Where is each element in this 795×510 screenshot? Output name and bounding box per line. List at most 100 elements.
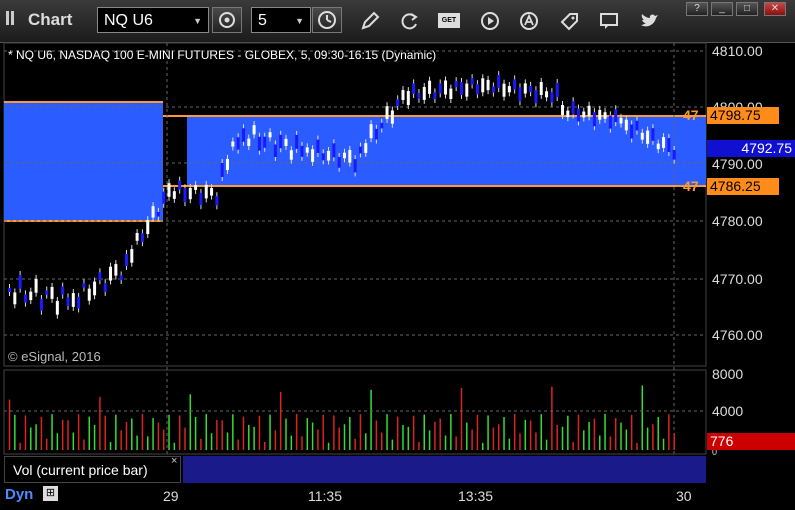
time-tick: 30 bbox=[676, 488, 692, 504]
candle bbox=[417, 92, 421, 99]
candle bbox=[449, 88, 453, 100]
close-icon[interactable]: × bbox=[171, 455, 177, 467]
candle bbox=[603, 112, 607, 119]
candle bbox=[300, 145, 304, 157]
candle bbox=[396, 99, 400, 107]
candle bbox=[66, 297, 70, 306]
candle bbox=[204, 184, 208, 199]
candle bbox=[82, 283, 86, 288]
candle bbox=[608, 115, 612, 129]
candle bbox=[380, 122, 384, 129]
candle bbox=[459, 82, 463, 95]
candle bbox=[576, 108, 580, 122]
volume-study-label[interactable]: Vol (current price bar) bbox=[4, 456, 181, 483]
candle bbox=[343, 152, 346, 159]
candle bbox=[98, 272, 102, 281]
upper-range-short-tag: 47 bbox=[683, 107, 699, 123]
candle bbox=[18, 275, 22, 289]
time-mode-label[interactable]: Dyn bbox=[5, 486, 33, 503]
candle bbox=[71, 293, 75, 307]
candle bbox=[555, 83, 559, 98]
chart-title: * NQ U6, NASDAQ 100 E-MINI FUTURES - GLO… bbox=[8, 48, 437, 62]
candle bbox=[624, 119, 628, 131]
candle bbox=[374, 128, 378, 140]
candle bbox=[236, 137, 240, 150]
candle bbox=[226, 158, 230, 171]
chart-canvas[interactable] bbox=[0, 0, 795, 510]
current-price-tag: 4792.75 bbox=[707, 140, 795, 157]
candle bbox=[34, 278, 38, 293]
candle bbox=[55, 300, 59, 315]
candle bbox=[23, 294, 27, 303]
candle bbox=[199, 192, 203, 206]
candle bbox=[667, 138, 671, 153]
candle bbox=[348, 149, 352, 163]
candle bbox=[210, 188, 214, 196]
candle bbox=[412, 83, 416, 94]
candle bbox=[220, 163, 224, 177]
candle bbox=[486, 79, 490, 91]
candle bbox=[640, 132, 644, 140]
candle bbox=[651, 128, 655, 141]
candle bbox=[470, 78, 474, 85]
candle bbox=[109, 266, 113, 281]
candle bbox=[491, 86, 495, 93]
candle bbox=[619, 117, 623, 124]
time-tick: 11:35 bbox=[308, 488, 342, 504]
candle bbox=[630, 124, 634, 139]
candle bbox=[646, 130, 650, 144]
candle bbox=[561, 104, 565, 116]
candle bbox=[497, 75, 501, 89]
candle bbox=[87, 288, 91, 301]
candle bbox=[369, 124, 373, 139]
candle bbox=[183, 188, 187, 203]
candle bbox=[151, 206, 155, 218]
candle bbox=[146, 220, 150, 234]
price-tick: 4810.00 bbox=[712, 43, 763, 59]
candle bbox=[247, 138, 251, 147]
candle bbox=[13, 292, 17, 305]
time-tick: 29 bbox=[163, 488, 179, 504]
price-tick: 4790.00 bbox=[712, 156, 763, 172]
candle bbox=[135, 232, 139, 241]
candle bbox=[130, 249, 134, 263]
candle bbox=[475, 84, 479, 95]
price-tick: 4770.00 bbox=[712, 271, 763, 287]
candle bbox=[353, 159, 357, 173]
candle bbox=[672, 149, 676, 160]
candle bbox=[284, 138, 288, 147]
candle bbox=[194, 185, 198, 190]
candle bbox=[332, 143, 336, 158]
candle bbox=[406, 91, 410, 106]
candle bbox=[502, 83, 506, 97]
candle bbox=[529, 85, 533, 93]
lock-icon[interactable]: ⊞ bbox=[43, 486, 58, 501]
candle bbox=[289, 150, 293, 160]
candle bbox=[587, 105, 591, 117]
price-tick: 4760.00 bbox=[712, 327, 763, 343]
candle bbox=[178, 180, 182, 190]
candle bbox=[279, 134, 283, 149]
current-volume-tag: 776 bbox=[707, 433, 795, 450]
candle bbox=[257, 136, 261, 151]
candle bbox=[162, 191, 166, 204]
candle bbox=[433, 92, 437, 99]
candle bbox=[29, 291, 33, 301]
volume-tick: 8000 bbox=[712, 366, 744, 382]
candle bbox=[61, 286, 65, 295]
candle bbox=[241, 128, 245, 142]
candle bbox=[295, 134, 299, 149]
upper-range-tag: 4798.75 bbox=[707, 107, 779, 124]
candle bbox=[45, 290, 49, 295]
candle bbox=[316, 139, 320, 153]
candle bbox=[124, 253, 128, 267]
candle bbox=[454, 81, 458, 88]
candle bbox=[188, 187, 192, 200]
candle bbox=[518, 87, 522, 102]
candle bbox=[534, 90, 538, 104]
candle bbox=[513, 79, 517, 90]
candle bbox=[140, 233, 144, 243]
candle bbox=[156, 211, 160, 217]
candle bbox=[465, 83, 469, 97]
candle bbox=[662, 137, 666, 148]
